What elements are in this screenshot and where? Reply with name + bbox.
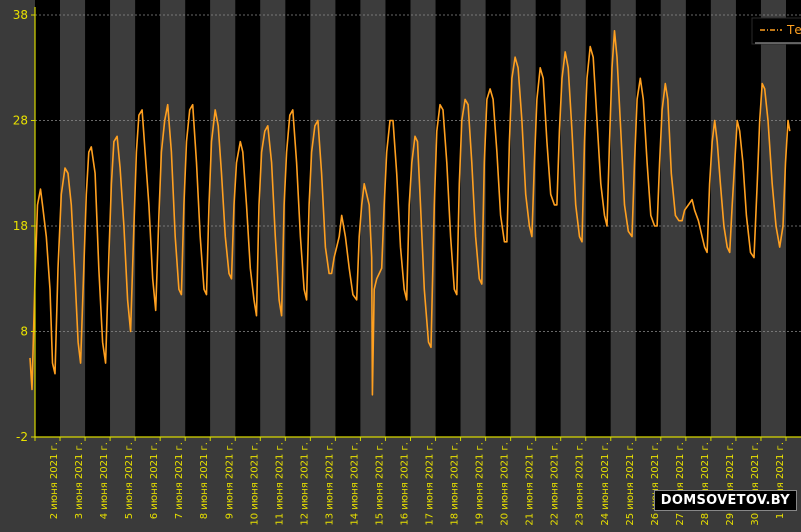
day-band — [435, 0, 461, 437]
x-tick-label: 3 июня 2021 г. — [74, 442, 85, 519]
x-tick-label: 25 июня 2021 г. — [625, 442, 636, 526]
x-tick-label: 5 июня 2021 г. — [124, 442, 135, 519]
x-tick-label: 20 июня 2021 г. — [500, 442, 511, 526]
x-tick-label: 10 июня 2021 г. — [249, 442, 260, 526]
temperature-chart: -2 8 18 28 38 2 июня 2021 г. 3 июня 2021 г. 4 и… — [0, 0, 801, 528]
x-tick-label: 2 июня 2021 г. — [49, 442, 60, 519]
x-tick-label: 16 июня 2021 г. — [400, 442, 411, 526]
day-band — [786, 0, 801, 437]
day-band — [310, 0, 336, 437]
x-tick-label: 11 июня 2021 г. — [274, 442, 285, 526]
x-tick-label: 15 июня 2021 г. — [375, 442, 386, 526]
x-tick-label: 17 июня 2021 г. — [425, 442, 436, 526]
x-tick-label: 12 июня 2021 г. — [299, 442, 310, 526]
legend-label: Те — [786, 23, 801, 37]
day-band — [285, 0, 311, 437]
x-tick-label: 4 июня 2021 г. — [99, 442, 110, 519]
x-tick-label: 22 июня 2021 г. — [550, 442, 561, 526]
day-band — [385, 0, 411, 437]
y-tick-label: 8 — [20, 325, 28, 339]
x-tick-label: 13 июня 2021 г. — [324, 442, 335, 526]
day-band — [185, 0, 211, 437]
x-tick-label: 7 июня 2021 г. — [174, 442, 185, 519]
day-band — [210, 0, 236, 437]
chart-canvas: -2 8 18 28 38 2 июня 2021 г. 3 июня 2021 г. 4 и… — [0, 0, 801, 528]
day-band — [760, 0, 786, 437]
day-band — [410, 0, 436, 437]
day-band — [135, 0, 161, 437]
x-tick-label: 18 июня 2021 г. — [450, 442, 461, 526]
day-band — [160, 0, 186, 437]
x-tick-label: 19 июня 2021 г. — [475, 442, 486, 526]
x-tick-label: 8 июня 2021 г. — [199, 442, 210, 519]
x-tick-label: 21 июня 2021 г. — [525, 442, 536, 526]
x-tick-label: 28 июня 2021 г. — [700, 442, 711, 526]
y-tick-label: 18 — [13, 219, 28, 233]
legend: Те — [751, 17, 801, 45]
day-band — [460, 0, 486, 437]
x-tick-label: 27 июня 2021 г. — [675, 442, 686, 526]
day-band — [335, 0, 361, 437]
x-tick-label: 9 июня 2021 г. — [224, 442, 235, 519]
y-tick-label: 38 — [13, 8, 28, 22]
y-tick-label: -2 — [16, 430, 28, 444]
x-tick-label: 26 июня 2021 г. — [650, 442, 661, 526]
y-tick-label: 28 — [13, 114, 28, 128]
x-tick-label: 14 июня 2021 г. — [349, 442, 360, 526]
day-band — [535, 0, 561, 437]
x-tick-label: 30 июня 2021 г. — [750, 442, 761, 526]
x-tick-label: 29 июня 2021 г. — [725, 442, 736, 526]
x-tick-label: 23 июня 2021 г. — [575, 442, 586, 526]
day-band — [735, 0, 761, 437]
x-tick-label: 6 июня 2021 г. — [149, 442, 160, 519]
day-band — [35, 0, 61, 437]
watermark-logo: DOMSOVETOV.BY — [653, 490, 797, 511]
x-tick-label: 24 июня 2021 г. — [600, 442, 611, 526]
day-band — [260, 0, 286, 437]
